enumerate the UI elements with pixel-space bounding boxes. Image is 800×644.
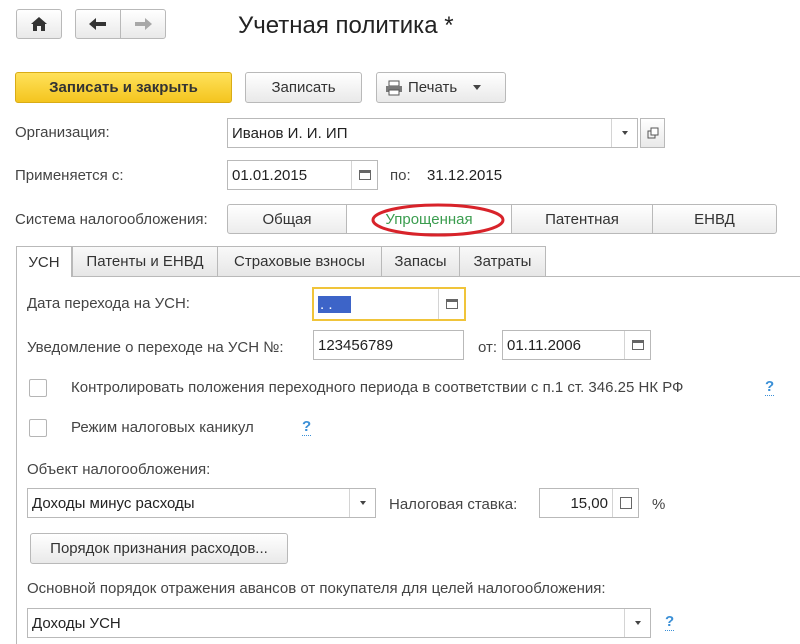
open-org-button[interactable] xyxy=(640,118,665,148)
open-window-icon xyxy=(647,127,658,139)
control-transition-label: Контролировать положения переходного пер… xyxy=(71,379,684,396)
notice-date-value: 01.11.2006 xyxy=(507,336,581,354)
rate-unit: % xyxy=(652,496,666,513)
transition-date-field[interactable]: . . xyxy=(312,287,466,321)
transition-date-label: Дата перехода на УСН: xyxy=(27,295,190,312)
home-icon xyxy=(31,17,47,31)
advances-select[interactable]: Доходы УСН xyxy=(27,608,651,638)
transition-date-value: . . xyxy=(318,295,351,313)
rate-label: Налоговая ставка: xyxy=(389,496,518,513)
control-transition-help[interactable]: ? xyxy=(765,379,775,396)
period-to-label: по: xyxy=(390,167,411,184)
print-label: Печать xyxy=(408,79,458,96)
calendar-icon[interactable] xyxy=(624,331,650,359)
tax-option-general[interactable]: Общая xyxy=(227,204,347,234)
advances-help[interactable]: ? xyxy=(665,614,675,631)
object-select[interactable]: Доходы минус расходы xyxy=(27,488,376,518)
advances-value: Доходы УСН xyxy=(32,614,121,632)
window-title: Учетная политика * xyxy=(238,12,454,39)
chevron-down-icon[interactable] xyxy=(624,609,650,637)
tax-system-label: Система налогообложения: xyxy=(15,211,208,228)
tab-insurance[interactable]: Страховые взносы xyxy=(217,246,382,276)
tab-costs[interactable]: Затраты xyxy=(459,246,546,276)
period-from-field[interactable]: 01.01.2015 xyxy=(227,160,378,190)
control-transition-checkbox[interactable] xyxy=(29,379,47,397)
expenses-order-button[interactable]: Порядок признания расходов... xyxy=(30,533,288,564)
org-field[interactable]: Иванов И. И. ИП xyxy=(227,118,638,148)
notice-number-value: 123456789 xyxy=(318,336,394,354)
tab-stocks[interactable]: Запасы xyxy=(381,246,460,276)
calendar-icon[interactable] xyxy=(438,289,464,319)
calendar-icon[interactable] xyxy=(351,161,377,189)
object-value: Доходы минус расходы xyxy=(32,494,195,512)
tab-patents-envd[interactable]: Патенты и ЕНВД xyxy=(72,246,218,276)
rate-value: 15,00 xyxy=(570,494,608,512)
org-label: Организация: xyxy=(15,124,110,141)
chevron-down-icon[interactable] xyxy=(349,489,375,517)
org-value: Иванов И. И. ИП xyxy=(232,124,348,142)
notice-number-field[interactable]: 123456789 xyxy=(313,330,464,360)
period-label: Применяется с: xyxy=(15,167,124,184)
notice-from-label: от: xyxy=(478,339,498,356)
tax-option-envd[interactable]: ЕНВД xyxy=(652,204,777,234)
tax-option-patent[interactable]: Патентная xyxy=(511,204,653,234)
advances-label: Основной порядок отражения авансов от по… xyxy=(27,580,606,597)
tab-usn[interactable]: УСН xyxy=(16,246,72,277)
chevron-down-icon[interactable] xyxy=(611,119,637,147)
tax-holidays-help[interactable]: ? xyxy=(302,419,312,436)
printer-icon xyxy=(386,80,402,95)
save-button[interactable]: Записать xyxy=(245,72,362,103)
tax-holidays-label: Режим налоговых каникул xyxy=(71,419,254,436)
notice-date-field[interactable]: 01.11.2006 xyxy=(502,330,651,360)
notice-label: Уведомление о переходе на УСН №: xyxy=(27,339,284,356)
home-button[interactable] xyxy=(16,9,62,39)
tax-holidays-checkbox[interactable] xyxy=(29,419,47,437)
calculator-icon[interactable] xyxy=(612,489,638,517)
rate-field[interactable]: 15,00 xyxy=(539,488,639,518)
print-button[interactable]: Печать xyxy=(376,72,506,103)
arrow-left-icon xyxy=(89,18,106,30)
back-button[interactable] xyxy=(75,9,121,39)
save-and-close-button[interactable]: Записать и закрыть xyxy=(15,72,232,103)
object-label: Объект налогообложения: xyxy=(27,461,211,478)
period-from-value: 01.01.2015 xyxy=(232,166,308,184)
chevron-down-icon xyxy=(473,85,482,90)
highlight-ellipse xyxy=(371,203,505,237)
period-to-value: 31.12.2015 xyxy=(427,167,503,184)
forward-button[interactable] xyxy=(120,9,166,39)
arrow-right-icon xyxy=(135,18,152,30)
